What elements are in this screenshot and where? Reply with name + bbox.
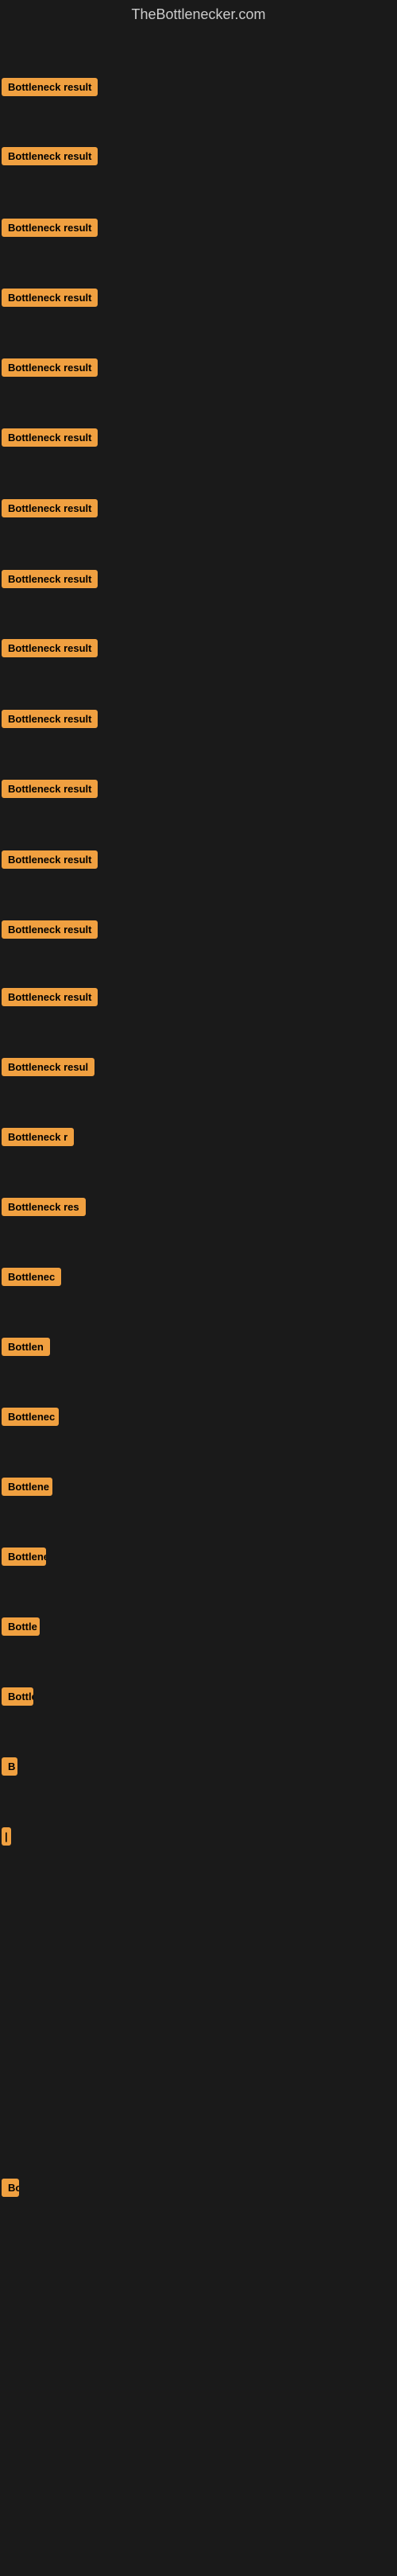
bottleneck-item: Bottlenec [2,1687,33,1710]
bottleneck-item: Bottleneck result [2,920,98,943]
bottleneck-badge[interactable]: Bottleneck r [2,1548,46,1566]
bottleneck-badge[interactable]: Bottlenec [2,1408,59,1426]
bottleneck-badge[interactable]: Bottleneck result [2,499,98,517]
bottleneck-badge[interactable]: Bottleneck result [2,428,98,447]
bottleneck-badge[interactable]: Bottlene [2,1478,52,1496]
site-title: TheBottlenecker.com [0,0,397,33]
bottleneck-badge[interactable]: B [2,1757,17,1776]
bottleneck-item: Bottleneck result [2,499,98,521]
bottleneck-item: Bottleneck result [2,78,98,100]
bottleneck-badge[interactable]: Bottleneck result [2,639,98,657]
bottleneck-badge[interactable]: Bottlen [2,1338,50,1356]
bottleneck-item: Bottleneck result [2,780,98,802]
bottleneck-badge[interactable]: Bottleneck res [2,1198,86,1216]
bottleneck-badge[interactable]: Bottleneck result [2,850,98,869]
bottleneck-item: Bottleneck result [2,358,98,381]
bottleneck-item: Bottlenec [2,1268,61,1290]
bottleneck-item: Bottleneck r [2,1128,74,1150]
bottleneck-item: Bottleneck result [2,147,98,169]
bottleneck-badge[interactable]: Bottleneck result [2,358,98,377]
bottleneck-item: Bottleneck res [2,1198,86,1220]
bottleneck-item: Bottlen [2,1338,50,1360]
bottleneck-badge[interactable]: | [2,1827,11,1846]
bottleneck-item: Bottleneck result [2,428,98,451]
bottleneck-item: Bottleneck result [2,850,98,873]
bottleneck-item: Bottleneck result [2,219,98,241]
site-header: TheBottlenecker.com [0,0,397,33]
bottleneck-badge[interactable]: Bottleneck result [2,289,98,307]
bottleneck-item: Bottle [2,1617,40,1640]
bottleneck-badge[interactable]: Bottle [2,1617,40,1636]
bottleneck-badge[interactable]: Bottleneck resul [2,1058,94,1076]
bottleneck-item: | [2,1827,11,1850]
bottleneck-badge[interactable]: Bo [2,2179,19,2197]
bottleneck-item: Bottleneck resul [2,1058,94,1080]
bottleneck-badge[interactable]: Bottlenec [2,1687,33,1706]
bottleneck-list: Bottleneck result Bottleneck result Bottle… [0,33,397,2576]
bottleneck-badge[interactable]: Bottleneck result [2,570,98,588]
bottleneck-item: Bottlene [2,1478,52,1500]
bottleneck-badge[interactable]: Bottleneck result [2,780,98,798]
bottleneck-item: Bottleneck result [2,570,98,592]
bottleneck-item: Bottleneck result [2,710,98,732]
bottleneck-item: Bottleneck r [2,1548,46,1570]
bottleneck-item: Bottleneck result [2,988,98,1010]
bottleneck-item: B [2,1757,17,1780]
bottleneck-badge[interactable]: Bottleneck result [2,78,98,96]
bottleneck-item: Bo [2,2179,19,2201]
bottleneck-item: Bottleneck result [2,639,98,661]
bottleneck-badge[interactable]: Bottleneck result [2,147,98,165]
bottleneck-badge[interactable]: Bottleneck result [2,710,98,728]
bottleneck-badge[interactable]: Bottleneck result [2,920,98,939]
bottleneck-badge[interactable]: Bottlenec [2,1268,61,1286]
bottleneck-badge[interactable]: Bottleneck result [2,219,98,237]
bottleneck-badge[interactable]: Bottleneck r [2,1128,74,1146]
bottleneck-badge[interactable]: Bottleneck result [2,988,98,1006]
bottleneck-item: Bottlenec [2,1408,59,1430]
bottleneck-item: Bottleneck result [2,289,98,311]
